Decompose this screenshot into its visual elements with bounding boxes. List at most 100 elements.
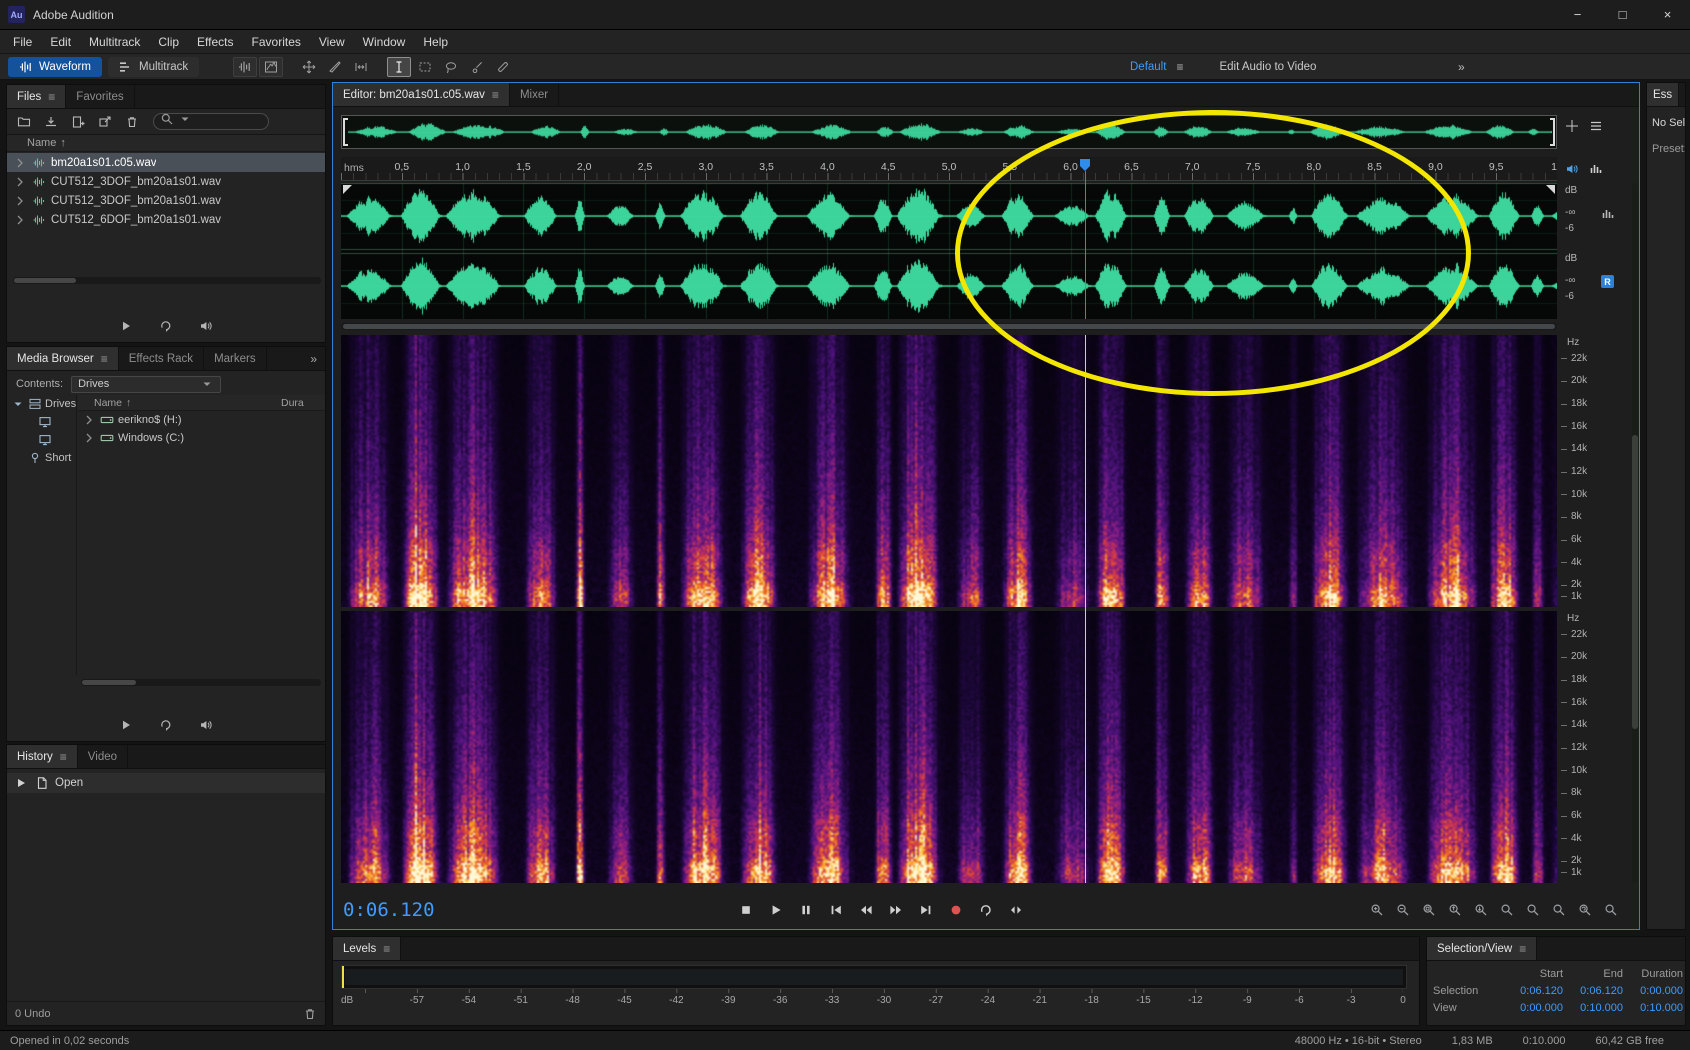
expand-chevron-icon[interactable] <box>13 213 27 227</box>
level-meter[interactable] <box>341 965 1407 989</box>
expand-chevron-icon[interactable] <box>13 175 27 189</box>
auto-play-button[interactable] <box>199 718 213 732</box>
fade-in-handle[interactable] <box>343 185 352 194</box>
menu-item[interactable]: File <box>4 30 41 54</box>
media-panel-menu-icon[interactable]: ≡ <box>101 352 108 366</box>
workspace-hint[interactable]: Edit Audio to Video <box>1219 61 1316 73</box>
tab-markers[interactable]: Markers <box>204 347 267 370</box>
preview-play-button[interactable] <box>119 718 133 732</box>
media-tree-item[interactable] <box>7 413 76 431</box>
editor-vertical-scrollbar[interactable] <box>1632 183 1638 883</box>
skip-selection-button[interactable] <box>1003 898 1029 922</box>
tab-editor[interactable]: Editor: bm20a1s01.c05.wav ≡ <box>333 83 510 106</box>
overview-cursor-icon[interactable] <box>1565 119 1579 133</box>
waveform-view-button[interactable]: Waveform <box>8 57 102 77</box>
record-button[interactable] <box>943 898 969 922</box>
tab-levels[interactable]: Levels ≡ <box>333 937 401 960</box>
zoom-amplitude-out-button[interactable] <box>1469 898 1493 922</box>
tool-lasso-selection-tool[interactable] <box>439 57 463 77</box>
tab-video[interactable]: Video <box>78 745 128 768</box>
tool-paintbrush-selection-tool[interactable] <box>465 57 489 77</box>
import-file-button[interactable] <box>43 114 59 130</box>
history-entry[interactable]: Open <box>7 773 325 793</box>
overview-right-handle[interactable] <box>1550 118 1555 146</box>
overview-waveform-canvas[interactable] <box>348 120 1552 144</box>
workspace-menu-icon[interactable]: ≡ <box>1176 60 1183 74</box>
pause-button[interactable] <box>793 898 819 922</box>
new-file-button[interactable] <box>70 114 86 130</box>
insert-into-multitrack-button[interactable] <box>97 114 113 130</box>
open-file-button[interactable] <box>16 114 32 130</box>
spectrogram-left-canvas[interactable] <box>341 335 1557 607</box>
preview-play-button[interactable] <box>119 319 133 333</box>
rewind-button[interactable] <box>853 898 879 922</box>
menu-item[interactable]: Effects <box>188 30 242 54</box>
minimize-button[interactable]: − <box>1555 0 1600 29</box>
toolbar-overflow-button[interactable]: » <box>1458 54 1465 80</box>
spectrogram-right-canvas[interactable] <box>341 611 1557 883</box>
media-name-column[interactable]: Name <box>94 397 122 409</box>
files-horizontal-scrollbar[interactable] <box>13 277 321 284</box>
media-tabs-overflow-button[interactable]: » <box>302 347 325 370</box>
menu-item[interactable]: View <box>310 30 354 54</box>
files-column-header[interactable]: Name ↑ <box>7 135 325 152</box>
tab-history[interactable]: History ≡ <box>7 745 78 768</box>
files-panel-menu-icon[interactable]: ≡ <box>48 90 55 104</box>
tab-effects-rack[interactable]: Effects Rack <box>119 347 204 370</box>
preview-loop-button[interactable] <box>159 319 173 333</box>
contents-dropdown[interactable]: Drives <box>71 376 221 393</box>
media-tree-item[interactable] <box>7 431 76 449</box>
tool-waveform-view[interactable] <box>233 57 257 77</box>
auto-play-button[interactable] <box>199 319 213 333</box>
levels-panel-menu-icon[interactable]: ≡ <box>383 942 390 956</box>
tool-razor-tool[interactable] <box>323 57 347 77</box>
zoom-reset-button[interactable] <box>1573 898 1597 922</box>
close-button[interactable]: × <box>1645 0 1690 29</box>
media-horizontal-scrollbar[interactable] <box>81 679 321 686</box>
sv-end-value[interactable]: 0:10.000 <box>1563 1002 1623 1014</box>
tool-spot-healing-brush-tool[interactable] <box>491 57 515 77</box>
loop-playback-button[interactable] <box>973 898 999 922</box>
tab-files[interactable]: Files ≡ <box>7 85 66 108</box>
expand-chevron-icon[interactable] <box>82 413 96 427</box>
media-tree-item[interactable]: Drives <box>7 395 76 413</box>
zoom-full-button[interactable] <box>1599 898 1623 922</box>
caret-down-icon[interactable] <box>11 397 25 411</box>
zoom-point-out-button[interactable] <box>1521 898 1545 922</box>
zoom-in-button[interactable] <box>1365 898 1389 922</box>
tab-essential-sound[interactable]: Ess <box>1647 83 1679 106</box>
menu-item[interactable]: Edit <box>41 30 80 54</box>
waveform-display[interactable] <box>341 183 1557 319</box>
fade-out-handle[interactable] <box>1546 185 1555 194</box>
zoom-point-in-button[interactable] <box>1495 898 1519 922</box>
file-row[interactable]: CUT512_3DOF_bm20a1s01.wav <box>7 172 325 191</box>
files-search-input[interactable] <box>153 113 269 130</box>
skip-to-start-button[interactable] <box>823 898 849 922</box>
menu-item[interactable]: Help <box>414 30 457 54</box>
waveform-canvas[interactable] <box>341 183 1557 319</box>
file-row[interactable]: CUT512_6DOF_bm20a1s01.wav <box>7 210 325 229</box>
expand-chevron-icon[interactable] <box>13 156 27 170</box>
maximize-button[interactable]: □ <box>1600 0 1645 29</box>
tab-media-browser[interactable]: Media Browser ≡ <box>7 347 119 370</box>
search-options-caret-icon[interactable] <box>178 112 192 131</box>
drive-row[interactable]: Windows (C:) <box>78 429 325 447</box>
spectrogram-right[interactable] <box>341 611 1557 883</box>
zoom-out-button[interactable] <box>1391 898 1415 922</box>
overview-menu-icon[interactable] <box>1589 119 1603 133</box>
media-duration-column[interactable]: Dura <box>281 397 325 409</box>
files-name-column[interactable]: Name <box>27 137 56 149</box>
media-tree-item[interactable]: Short <box>7 449 76 467</box>
close-selected-files-button[interactable] <box>124 114 140 130</box>
spectrogram-left[interactable] <box>341 335 1557 607</box>
stop-button[interactable] <box>733 898 759 922</box>
sv-start-value[interactable]: 0:00.000 <box>1499 1002 1563 1014</box>
timeline-ruler[interactable]: hms 0,51,01,52,02,53,03,54,04,55,05,56,0… <box>341 157 1557 181</box>
tab-mixer[interactable]: Mixer <box>510 83 559 106</box>
file-row[interactable]: bm20a1s01.c05.wav <box>7 153 325 172</box>
tool-move-tool[interactable] <box>297 57 321 77</box>
sv-duration-value[interactable]: 0:00.000 <box>1623 985 1683 997</box>
expand-chevron-icon[interactable] <box>82 431 96 445</box>
waveform-horizontal-scrollbar[interactable] <box>341 323 1557 330</box>
selection-view-menu-icon[interactable]: ≡ <box>1519 942 1526 956</box>
